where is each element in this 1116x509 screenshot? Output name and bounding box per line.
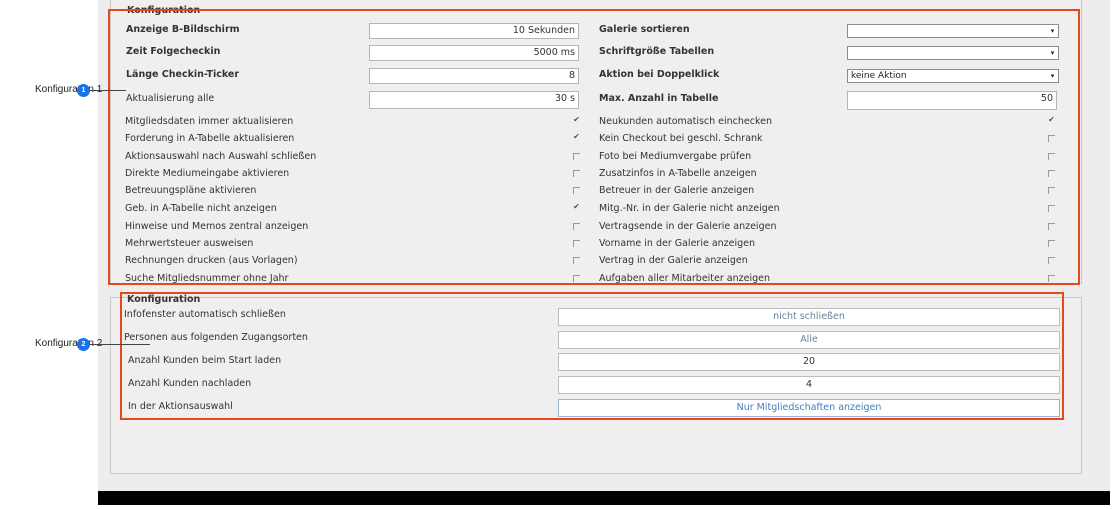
highlight-frame-2 <box>120 292 1064 420</box>
highlight-frame-1 <box>108 9 1080 285</box>
callout-leader-1 <box>90 90 126 91</box>
callout-badge-1: 1 <box>77 84 90 97</box>
bottom-bar <box>98 491 1110 505</box>
callout-leader-2 <box>90 344 150 345</box>
callout-badge-2: 2 <box>77 338 90 351</box>
